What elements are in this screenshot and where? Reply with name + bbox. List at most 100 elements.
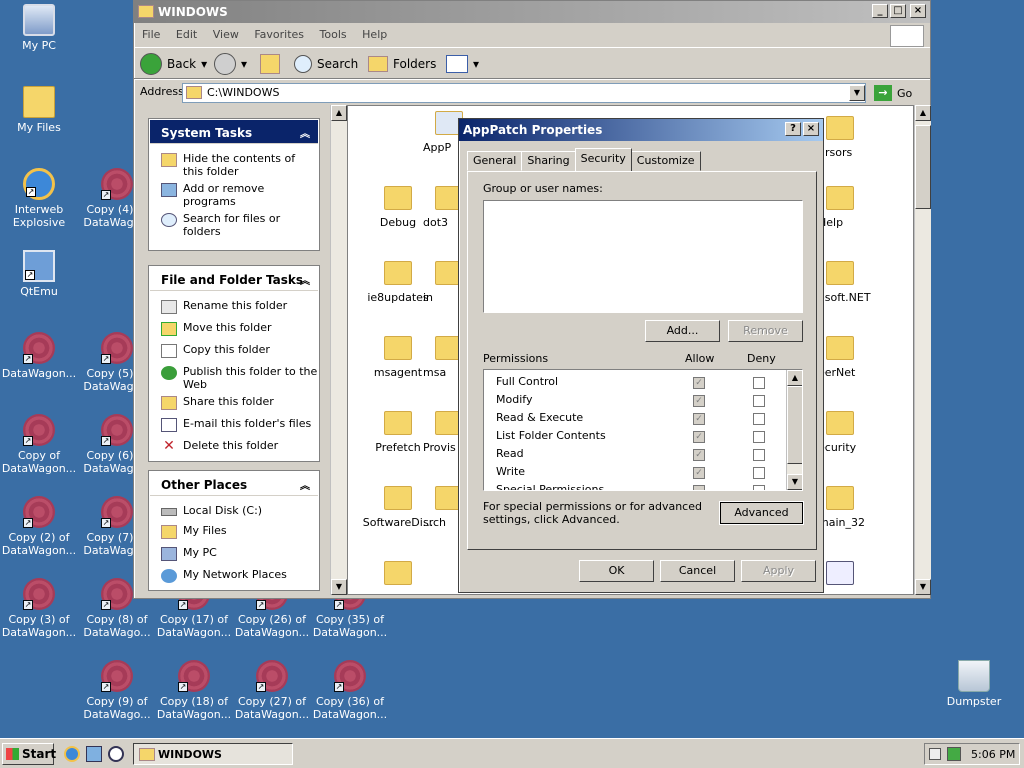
search-button[interactable]: Search <box>294 52 358 76</box>
dropdown-arrow-icon[interactable]: ▾ <box>201 57 207 71</box>
folder-item[interactable]: AppP <box>423 111 463 154</box>
task-publish[interactable]: Publish this folder to the Web <box>150 358 318 391</box>
folder-item[interactable]: dot3 <box>423 186 463 229</box>
scroll-up-icon[interactable]: ▲ <box>915 105 931 121</box>
maximize-button[interactable]: □ <box>890 4 906 18</box>
dropdown-arrow-icon[interactable]: ▾ <box>241 57 247 71</box>
task-move[interactable]: Move this folder <box>150 314 318 336</box>
ok-button[interactable]: OK <box>579 560 654 582</box>
deny-checkbox[interactable] <box>753 395 765 407</box>
network-icon[interactable] <box>947 747 961 761</box>
task-hide-contents[interactable]: Hide the contents of this folder <box>150 150 318 178</box>
collapse-icon[interactable]: ︽ <box>300 272 310 287</box>
help-button[interactable]: ? <box>785 122 801 136</box>
menu-favorites[interactable]: Favorites <box>254 28 304 41</box>
folders-button[interactable]: Folders <box>368 52 436 76</box>
go-button[interactable]: → Go <box>874 83 924 103</box>
explorer-titlebar[interactable]: WINDOWS _ □ × <box>134 1 930 23</box>
allow-checkbox[interactable]: ✓ <box>693 431 705 443</box>
folder-item[interactable]: srch <box>423 486 463 529</box>
deny-checkbox[interactable] <box>753 431 765 443</box>
desktop-icon-dumpster[interactable]: Dumpster <box>936 660 1012 708</box>
deny-checkbox[interactable] <box>753 485 765 490</box>
apply-button[interactable]: Apply <box>741 560 816 582</box>
collapse-icon[interactable]: ︽ <box>300 125 310 140</box>
tab-customize[interactable]: Customize <box>630 151 701 171</box>
desktop-icon-datawagon[interactable]: ↗ DataWagon... <box>1 332 77 380</box>
place-network[interactable]: My Network Places <box>150 561 318 583</box>
deny-checkbox[interactable] <box>753 413 765 425</box>
scroll-up-icon[interactable]: ▲ <box>331 105 347 121</box>
scroll-down-icon[interactable]: ▼ <box>331 579 347 595</box>
desktop-icon-copy-36[interactable]: ↗ Copy (36) of DataWagon... <box>312 660 388 721</box>
place-local-disk[interactable]: Local Disk (C:) <box>150 502 318 517</box>
back-button[interactable]: Back ▾ <box>140 52 207 76</box>
file-tasks-header[interactable]: File and Folder Tasks ︽ <box>150 267 318 291</box>
desktop-icon-copy-9[interactable]: ↗ Copy (9) of DataWago... <box>79 660 155 721</box>
menu-file[interactable]: File <box>142 28 160 41</box>
remove-button[interactable]: Remove <box>728 320 803 342</box>
address-input[interactable]: C:\WINDOWS ▼ <box>182 83 866 103</box>
permissions-scrollbar[interactable]: ▲ ▼ <box>786 370 802 490</box>
clock[interactable]: 5:06 PM <box>971 748 1015 761</box>
desktop-icon-qtemu[interactable]: ↗ QtEmu <box>1 250 77 298</box>
desktop-icon-copy-2[interactable]: ↗ Copy (2) of DataWagon... <box>1 496 77 557</box>
file-item[interactable] <box>818 561 898 591</box>
cancel-button[interactable]: Cancel <box>660 560 735 582</box>
folder-item[interactable]: msa <box>423 336 463 379</box>
tab-sharing[interactable]: Sharing <box>521 151 576 171</box>
folder-item[interactable] <box>358 561 438 591</box>
desktop-icon-copy-3[interactable]: ↗ Copy (3) of DataWagon... <box>1 578 77 639</box>
internet-explorer-icon[interactable] <box>64 746 80 762</box>
place-my-files[interactable]: My Files <box>150 517 318 539</box>
close-button[interactable]: × <box>803 122 819 136</box>
task-search[interactable]: Search for files or folders <box>150 208 318 238</box>
scroll-up-icon[interactable]: ▲ <box>787 370 802 386</box>
allow-checkbox[interactable] <box>693 485 705 490</box>
folder-item[interactable]: in <box>423 261 463 304</box>
menu-help[interactable]: Help <box>362 28 387 41</box>
dropdown-arrow-icon[interactable]: ▾ <box>473 57 479 71</box>
folder-item[interactable]: osoft.NET <box>818 261 898 304</box>
add-button[interactable]: Add... <box>645 320 720 342</box>
folder-item[interactable]: ecurity <box>818 411 898 454</box>
start-button[interactable]: Start <box>2 743 56 765</box>
keyboard-icon[interactable] <box>929 748 941 760</box>
dialog-titlebar[interactable]: AppPatch Properties ? × <box>459 119 823 141</box>
deny-checkbox[interactable] <box>753 449 765 461</box>
scroll-thumb[interactable] <box>915 125 931 209</box>
desktop-icon-my-files[interactable]: My Files <box>1 86 77 134</box>
menu-view[interactable]: View <box>213 28 239 41</box>
right-pane-scrollbar[interactable]: ▲ ▼ <box>914 105 931 595</box>
taskbar-button-windows[interactable]: WINDOWS <box>133 743 293 765</box>
menu-tools[interactable]: Tools <box>320 28 347 41</box>
folder-item[interactable]: Provis <box>423 411 463 454</box>
left-pane-scrollbar[interactable]: ▲ ▼ <box>330 105 347 595</box>
allow-checkbox[interactable]: ✓ <box>693 377 705 389</box>
desktop-icon-copy-18[interactable]: ↗ Copy (18) of DataWagon... <box>156 660 232 721</box>
tab-general[interactable]: General <box>467 151 523 171</box>
allow-checkbox[interactable]: ✓ <box>693 413 705 425</box>
forward-button[interactable]: ▾ <box>214 52 247 76</box>
desktop-icon-internet[interactable]: ↗ Interweb Explosive <box>1 168 77 229</box>
advanced-button[interactable]: Advanced <box>719 501 804 525</box>
close-button[interactable]: × <box>910 4 926 18</box>
media-player-icon[interactable] <box>108 746 124 762</box>
task-share[interactable]: Share this folder <box>150 391 318 410</box>
allow-checkbox[interactable]: ✓ <box>693 395 705 407</box>
chevron-down-icon[interactable]: ▼ <box>849 85 865 101</box>
deny-checkbox[interactable] <box>753 467 765 479</box>
collapse-icon[interactable]: ︽ <box>300 477 310 492</box>
allow-checkbox[interactable]: ✓ <box>693 467 705 479</box>
other-places-header[interactable]: Other Places ︽ <box>150 472 318 496</box>
tab-security[interactable]: Security <box>574 148 632 171</box>
scroll-thumb[interactable] <box>787 386 802 464</box>
menu-edit[interactable]: Edit <box>176 28 197 41</box>
place-my-pc[interactable]: My PC <box>150 539 318 561</box>
views-button[interactable]: ▾ <box>446 52 479 76</box>
deny-checkbox[interactable] <box>753 377 765 389</box>
scroll-down-icon[interactable]: ▼ <box>787 474 802 490</box>
allow-checkbox[interactable]: ✓ <box>693 449 705 461</box>
system-tasks-header[interactable]: System Tasks ︽ <box>150 120 318 144</box>
desktop-icon-copy-of[interactable]: ↗ Copy of DataWagon... <box>1 414 77 475</box>
